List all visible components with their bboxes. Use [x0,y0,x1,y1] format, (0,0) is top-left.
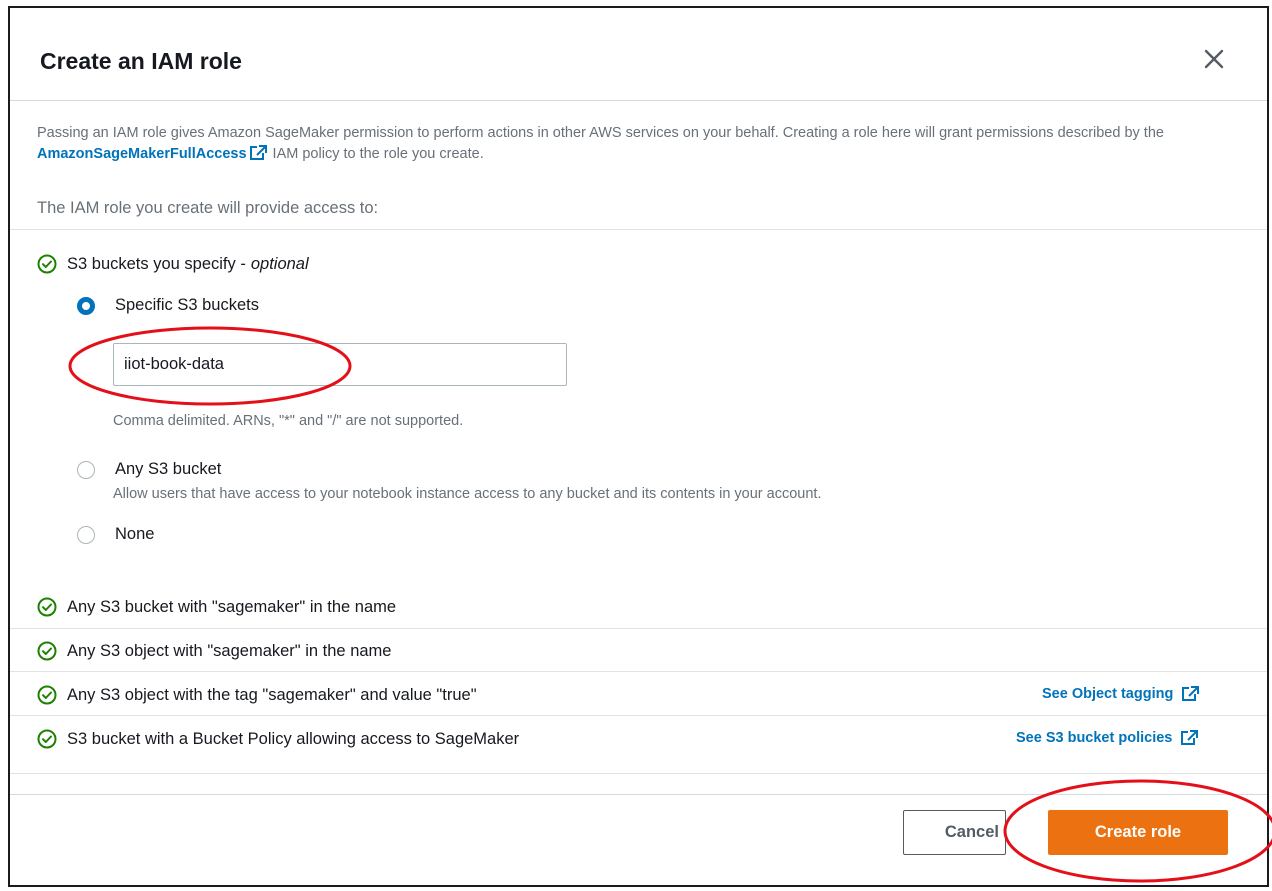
radio-label: None [115,525,155,543]
create-role-button[interactable]: Create role [1048,810,1228,855]
screenshot-frame: Create an IAM role Passing an IAM role g… [0,0,1272,891]
row-divider [10,773,1267,774]
s3-bucket-names-input[interactable] [113,343,567,386]
access-item-row: S3 bucket with a Bucket Policy allowing … [37,726,519,752]
cancel-button[interactable]: Cancel [903,810,1006,855]
dialog-title: Create an IAM role [40,48,242,74]
s3-buckets-specify-label: S3 buckets you specify - [67,254,246,273]
external-link-icon [1182,686,1200,701]
access-subheading: The IAM role you create will provide acc… [37,199,379,217]
any-s3-bucket-description: Allow users that have access to your not… [113,486,822,502]
create-iam-role-dialog: Create an IAM role Passing an IAM role g… [8,6,1269,887]
close-button[interactable] [1198,43,1230,75]
external-link-icon [249,145,267,160]
radio-unselected-icon[interactable] [77,460,95,479]
close-icon [1204,49,1224,69]
row-divider [10,671,1267,672]
radio-specific-s3-buckets[interactable]: Specific S3 buckets [77,296,259,315]
access-item-label: Any S3 object with "sagemaker" in the na… [67,641,392,660]
row-divider [10,715,1267,716]
access-item-row: Any S3 bucket with "sagemaker" in the na… [37,594,396,620]
external-link-icon [1181,730,1199,745]
see-s3-bucket-policies-link[interactable]: See S3 bucket policies [1016,730,1199,746]
access-item-label: Any S3 object with the tag "sagemaker" a… [67,685,477,704]
access-item-label: Any S3 bucket with "sagemaker" in the na… [67,597,397,616]
radio-label: Specific S3 buckets [115,296,259,314]
access-item-label: S3 bucket with a Bucket Policy allowing … [67,729,520,748]
radio-any-s3-bucket[interactable]: Any S3 bucket [77,460,221,479]
see-object-tagging-link[interactable]: See Object tagging [1042,686,1200,702]
access-item-row: Any S3 object with "sagemaker" in the na… [37,638,391,664]
bucket-input-hint: Comma delimited. ARNs, "*" and "/" are n… [113,413,464,429]
radio-unselected-icon[interactable] [77,525,95,544]
check-circle-icon [37,641,57,661]
amazon-sagemaker-full-access-link[interactable]: AmazonSageMakerFullAccess [37,146,247,162]
row-divider [10,628,1267,629]
section-divider [10,229,1267,230]
radio-selected-icon[interactable] [77,296,95,315]
check-circle-icon [37,254,57,274]
check-circle-icon [37,729,57,749]
s3-buckets-specify-row: S3 buckets you specify - optional [37,251,309,277]
check-circle-icon [37,597,57,617]
check-circle-icon [37,685,57,705]
access-item-row: Any S3 object with the tag "sagemaker" a… [37,682,477,708]
radio-label: Any S3 bucket [115,460,222,478]
dialog-header: Create an IAM role [10,8,1267,101]
optional-label: optional [250,254,309,273]
dialog-description: Passing an IAM role gives Amazon SageMak… [37,125,1164,162]
radio-none[interactable]: None [77,525,154,544]
